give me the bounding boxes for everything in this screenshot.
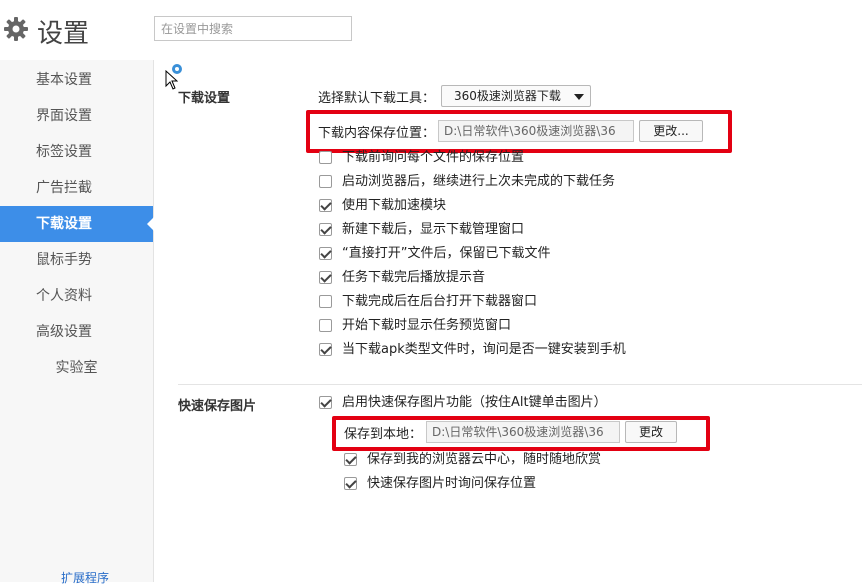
option-play-sound[interactable]: 任务下载完后播放提示音	[319, 268, 485, 288]
quicksave-local-label: 保存到本地：	[344, 427, 423, 442]
sidebar-item-advanced[interactable]: 高级设置	[0, 314, 153, 350]
checkbox[interactable]	[319, 395, 332, 409]
checkbox[interactable]	[319, 318, 332, 332]
gear-icon	[4, 17, 28, 41]
sidebar-item-tabs[interactable]: 标签设置	[0, 134, 153, 170]
quicksave-path-field[interactable]: D:\日常软件\360极速浏览器\36	[426, 421, 620, 443]
option-accelerate[interactable]: 使用下载加速模块	[319, 196, 446, 216]
option-open-in-background[interactable]: 下载完成后在后台打开下载器窗口	[319, 292, 537, 312]
download-save-label: 下载内容保存位置：	[318, 126, 436, 141]
header: 设置	[0, 0, 862, 60]
option-apk-install[interactable]: 当下载apk类型文件时，询问是否一键安装到手机	[319, 340, 626, 360]
sidebar-item-adblock[interactable]: 广告拦截	[0, 170, 153, 206]
section-divider	[178, 384, 862, 385]
option-show-manager[interactable]: 新建下载后，显示下载管理窗口	[319, 220, 524, 240]
checkbox[interactable]	[319, 174, 332, 188]
quicksave-section-title: 快速保存图片	[178, 399, 257, 414]
checkbox[interactable]	[319, 342, 332, 356]
option-ask-save-location[interactable]: 下载前询问每个文件的保存位置	[319, 148, 524, 168]
search-input[interactable]	[154, 16, 352, 41]
checkbox[interactable]	[344, 476, 357, 490]
download-path-field[interactable]: D:\日常软件\360极速浏览器\36	[438, 120, 634, 142]
cursor-icon	[165, 70, 178, 90]
option-resume-downloads[interactable]: 启动浏览器后，继续进行上次未完成的下载任务	[319, 172, 615, 192]
checkbox[interactable]	[344, 452, 357, 466]
download-section-title: 下载设置	[178, 91, 231, 106]
sidebar-item-download[interactable]: 下载设置	[0, 206, 154, 242]
sidebar-item-interface[interactable]: 界面设置	[0, 98, 153, 134]
checkbox[interactable]	[319, 246, 332, 260]
checkbox[interactable]	[319, 198, 332, 212]
download-change-button[interactable]: 更改...	[639, 120, 703, 142]
checkbox[interactable]	[319, 150, 332, 164]
sidebar-item-profile[interactable]: 个人资料	[0, 278, 153, 314]
option-quicksave-enable[interactable]: 启用快速保存图片功能（按住Alt键单击图片）	[319, 393, 607, 413]
option-cloud-save[interactable]: 保存到我的浏览器云中心，随时随地欣赏	[344, 450, 601, 470]
quicksave-change-button[interactable]: 更改	[625, 421, 677, 443]
extensions-link[interactable]: 扩展程序	[61, 569, 109, 586]
checkbox[interactable]	[319, 270, 332, 284]
download-tool-selected: 360极速浏览器下载	[454, 89, 561, 103]
checkbox[interactable]	[319, 294, 332, 308]
checkbox[interactable]	[319, 222, 332, 236]
chevron-down-icon	[574, 94, 584, 100]
download-tool-label: 选择默认下载工具：	[318, 91, 436, 106]
option-ask-image-location[interactable]: 快速保存图片时询问保存位置	[344, 474, 536, 494]
sidebar-item-gestures[interactable]: 鼠标手势	[0, 242, 153, 278]
sidebar: 基本设置 界面设置 标签设置 广告拦截 下载设置 鼠标手势 个人资料 高级设置 …	[0, 60, 154, 582]
sidebar-item-basic[interactable]: 基本设置	[0, 62, 153, 98]
page-title: 设置	[37, 19, 90, 49]
option-keep-opened-file[interactable]: “直接打开”文件后，保留已下载文件	[319, 244, 550, 264]
download-tool-select[interactable]: 360极速浏览器下载	[441, 85, 591, 107]
option-preview-window[interactable]: 开始下载时显示任务预览窗口	[319, 316, 511, 336]
sidebar-item-lab[interactable]: 实验室	[0, 350, 153, 386]
